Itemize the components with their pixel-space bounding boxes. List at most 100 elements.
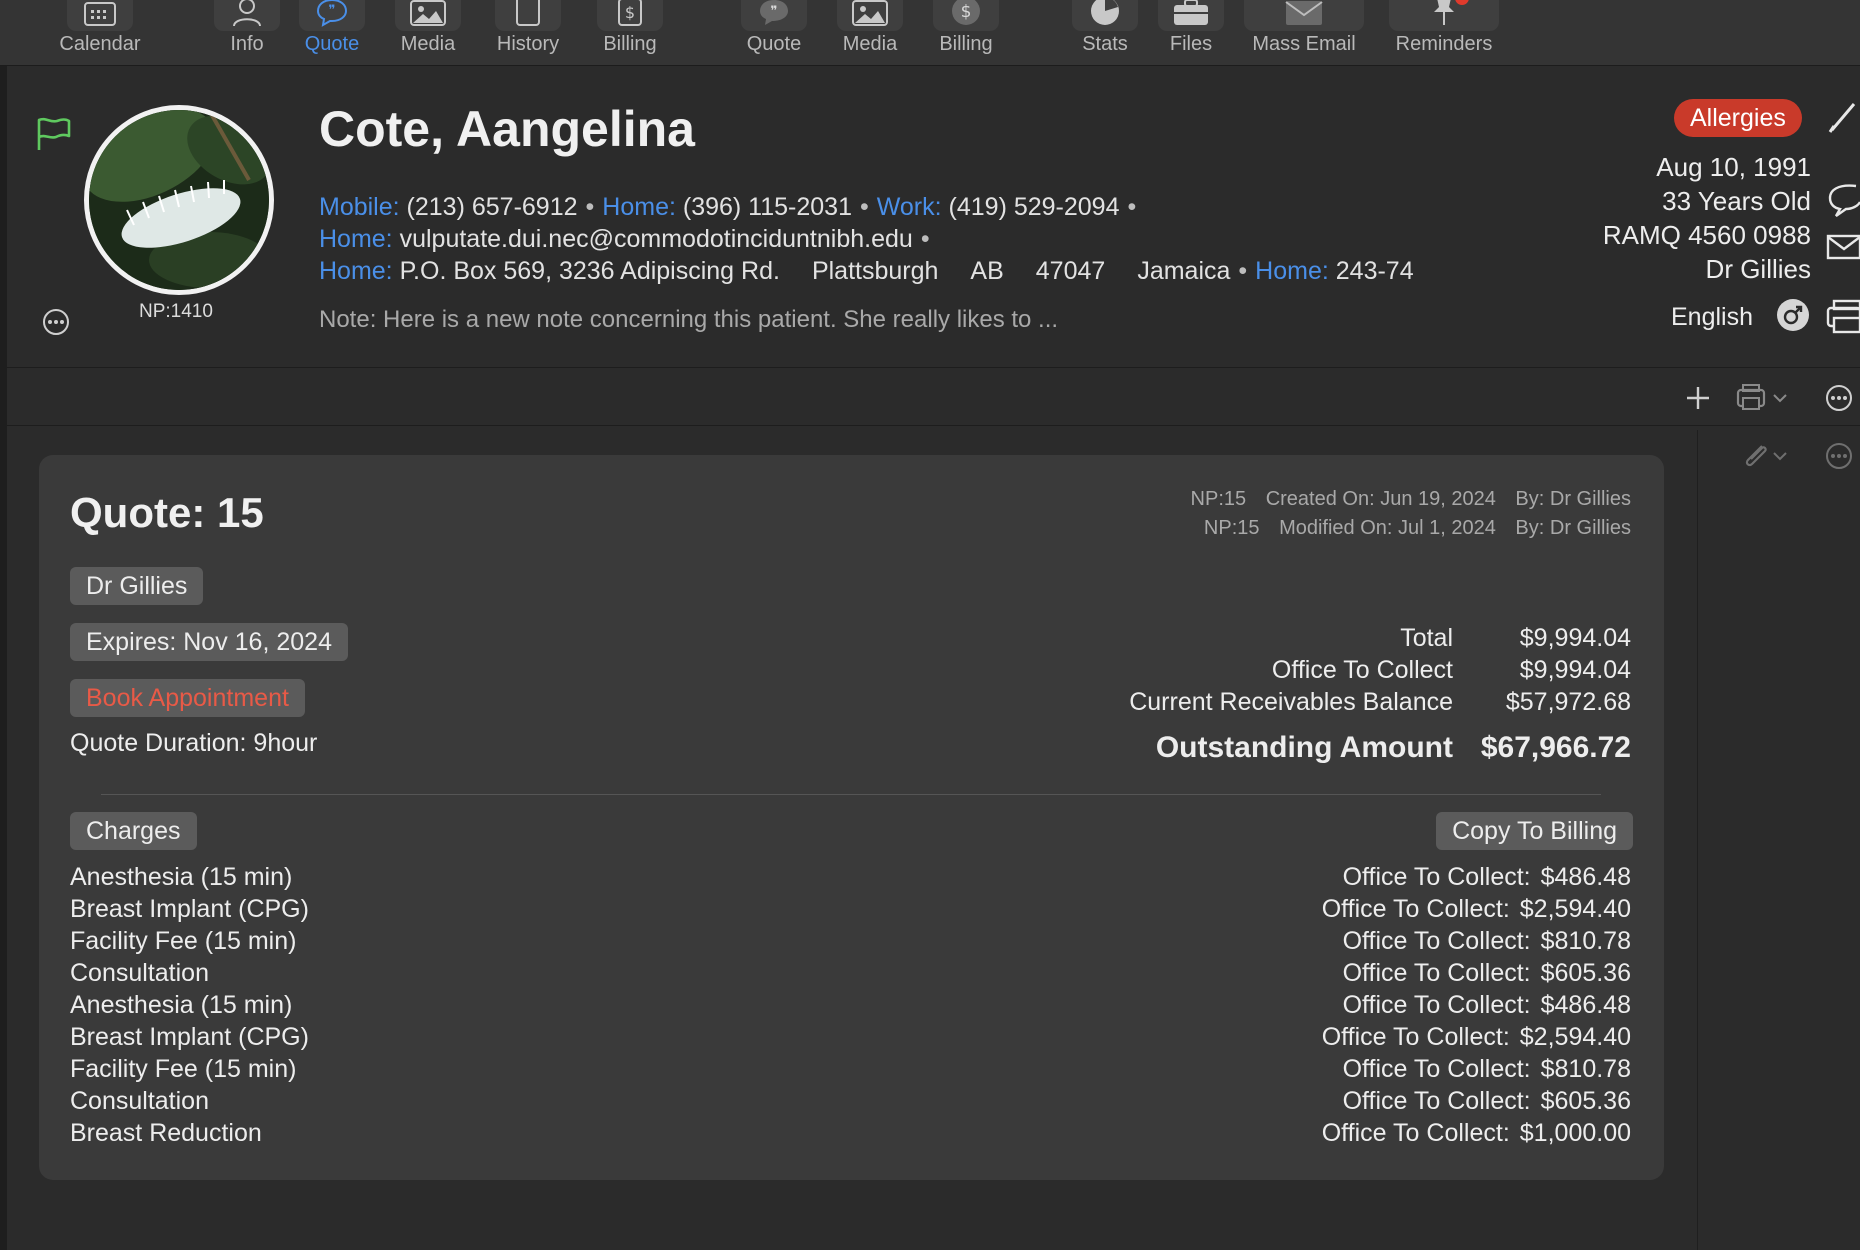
toolbar-billing-2-button: $ [933, 0, 999, 31]
charge-item[interactable]: Breast Implant (CPG) [70, 1021, 309, 1053]
toolbar-media-button [395, 0, 461, 31]
meta-modified-by: By: Dr Gillies [1515, 517, 1631, 539]
quote-card: Quote: 15 NP:15 Created On: Jun 19, 2024… [39, 455, 1664, 1180]
toolbar-info[interactable]: Info [212, 0, 282, 62]
avatar[interactable] [84, 105, 274, 295]
toolbar-quote-2[interactable]: ❞ Quote [734, 0, 814, 62]
toolbar-label: Info [230, 33, 264, 55]
charge-item[interactable]: Facility Fee (15 min) [70, 925, 309, 957]
doctor-button[interactable]: Dr Gillies [70, 567, 204, 605]
toolbar-media-2[interactable]: Media [832, 0, 908, 62]
more-options-icon[interactable] [1825, 442, 1853, 470]
message-bubble-icon[interactable] [1826, 180, 1860, 220]
home-phone[interactable]: (396) 115-2031 [683, 193, 852, 221]
separator: • [585, 193, 595, 221]
edit-pencil-icon[interactable] [1826, 98, 1860, 136]
receivables-row: Current Receivables Balance $57,972.68 [1129, 686, 1631, 718]
toolbar-stats-button [1072, 0, 1138, 31]
charge-item[interactable]: Anesthesia (15 min) [70, 989, 309, 1021]
avatar-photo [89, 110, 269, 290]
address-country: Jamaica [1137, 257, 1231, 285]
patient-details: Aug 10, 1991 33 Years Old RAMQ 4560 0988… [1603, 150, 1811, 286]
charge-amount: $810.78 [1540, 927, 1631, 955]
svg-text:❞: ❞ [329, 3, 336, 18]
collect-label: Office To Collect: [1342, 1055, 1531, 1083]
charge-amount-row: Office To Collect: $810.78 [1322, 1053, 1631, 1085]
svg-text:❞: ❞ [771, 4, 778, 19]
charge-item[interactable]: Anesthesia (15 min) [70, 861, 309, 893]
patient-note[interactable]: Note: Here is a new note concerning this… [319, 306, 1058, 334]
toolbar-stats[interactable]: Stats [1070, 0, 1140, 62]
toolbar-billing[interactable]: $ Billing [590, 0, 670, 62]
printer-dropdown-icon[interactable] [1736, 382, 1792, 412]
address-street[interactable]: P.O. Box 569, 3236 Adipiscing Rd. [400, 257, 780, 285]
attachment-dropdown-icon[interactable] [1740, 440, 1792, 470]
toolbar-files[interactable]: Files [1156, 0, 1226, 62]
person-icon [233, 0, 261, 27]
more-options-icon[interactable] [42, 308, 70, 336]
charges-button[interactable]: Charges [70, 812, 197, 850]
male-gender-icon [1777, 299, 1809, 331]
email-address[interactable]: vulputate.dui.nec@commodotinciduntnibh.e… [400, 225, 913, 253]
quote-bubble-icon: ❞ [760, 0, 788, 25]
mobile-phone[interactable]: (213) 657-6912 [407, 193, 578, 221]
photo-icon [852, 0, 888, 26]
charges-list: Anesthesia (15 min) Breast Implant (CPG)… [70, 861, 309, 1149]
dollar-doc-icon: $ [618, 0, 642, 26]
separator: • [920, 225, 930, 253]
plus-icon[interactable] [1684, 384, 1712, 412]
meta-np: NP:15 [1203, 517, 1260, 539]
charge-item[interactable]: Facility Fee (15 min) [70, 1053, 309, 1085]
copy-to-billing-button[interactable]: Copy To Billing [1436, 812, 1633, 850]
expires-button[interactable]: Expires: Nov 16, 2024 [70, 623, 348, 661]
office-to-collect-row: Office To Collect $9,994.04 [1129, 654, 1631, 686]
email-line: Home: vulputate.dui.nec@commodotincidunt… [319, 225, 938, 254]
charge-item[interactable]: Breast Reduction [70, 1117, 309, 1149]
work-phone[interactable]: (419) 529-2094 [949, 193, 1120, 221]
charge-amount-row: Office To Collect: $605.36 [1322, 1085, 1631, 1117]
pin-icon [1434, 0, 1454, 25]
receivables-value: $57,972.68 [1505, 688, 1631, 716]
toolbar-label: Billing [939, 33, 993, 55]
charge-amount-row: Office To Collect: $486.48 [1322, 861, 1631, 893]
toolbar-info-button [214, 0, 280, 31]
charge-amount: $486.48 [1540, 991, 1631, 1019]
extra-phone-label: Home: [1255, 257, 1329, 285]
work-phone-label: Work: [876, 193, 942, 221]
toolbar-history-button [495, 0, 561, 31]
toolbar-calendar-button [67, 0, 133, 31]
toolbar-label: Calendar [59, 33, 141, 55]
total-value: $9,994.04 [1519, 624, 1631, 652]
toolbar-mass-email[interactable]: Mass Email [1240, 0, 1368, 62]
calendar-icon [84, 2, 116, 26]
dollar-circle-icon: $ [952, 0, 980, 25]
toolbar-label: Files [1169, 33, 1213, 55]
photo-icon [410, 0, 446, 26]
quote-modified-meta: NP:15 Modified On: Jul 1, 2024 By: Dr Gi… [1190, 517, 1631, 540]
quote-created-meta: NP:15 Created On: Jun 19, 2024 By: Dr Gi… [1177, 488, 1631, 511]
toolbar-media[interactable]: Media [390, 0, 466, 62]
extra-phone[interactable]: 243-74 [1336, 257, 1414, 285]
flag-icon[interactable] [36, 116, 72, 152]
book-appointment-button[interactable]: Book Appointment [70, 679, 305, 717]
more-options-icon[interactable] [1825, 384, 1853, 412]
charge-item[interactable]: Consultation [70, 1085, 309, 1117]
toolbar-quote[interactable]: ❞ Quote [292, 0, 372, 62]
charge-amount-row: Office To Collect: $2,594.40 [1322, 893, 1631, 925]
printer-icon[interactable] [1826, 298, 1860, 336]
envelope-icon[interactable] [1826, 232, 1860, 262]
toolbar-reminders[interactable]: Reminders [1385, 0, 1503, 62]
envelope-icon [1285, 1, 1323, 25]
toolbar-label: History [496, 33, 560, 55]
toolbar-billing-2[interactable]: $ Billing [928, 0, 1004, 62]
toolbar-calendar[interactable]: Calendar [55, 0, 145, 62]
toolbar-history[interactable]: History [488, 0, 568, 62]
allergies-badge[interactable]: Allergies [1674, 99, 1802, 137]
charge-item[interactable]: Consultation [70, 957, 309, 989]
quote-icon: ❞ [316, 0, 348, 27]
collect-label: Office To Collect: [1342, 863, 1531, 891]
address-line: Home: P.O. Box 569, 3236 Adipiscing Rd. P… [319, 257, 1509, 286]
outstanding-row: Outstanding Amount $67,966.72 [1129, 730, 1631, 766]
svg-text:$: $ [625, 3, 635, 22]
charge-item[interactable]: Breast Implant (CPG) [70, 893, 309, 925]
